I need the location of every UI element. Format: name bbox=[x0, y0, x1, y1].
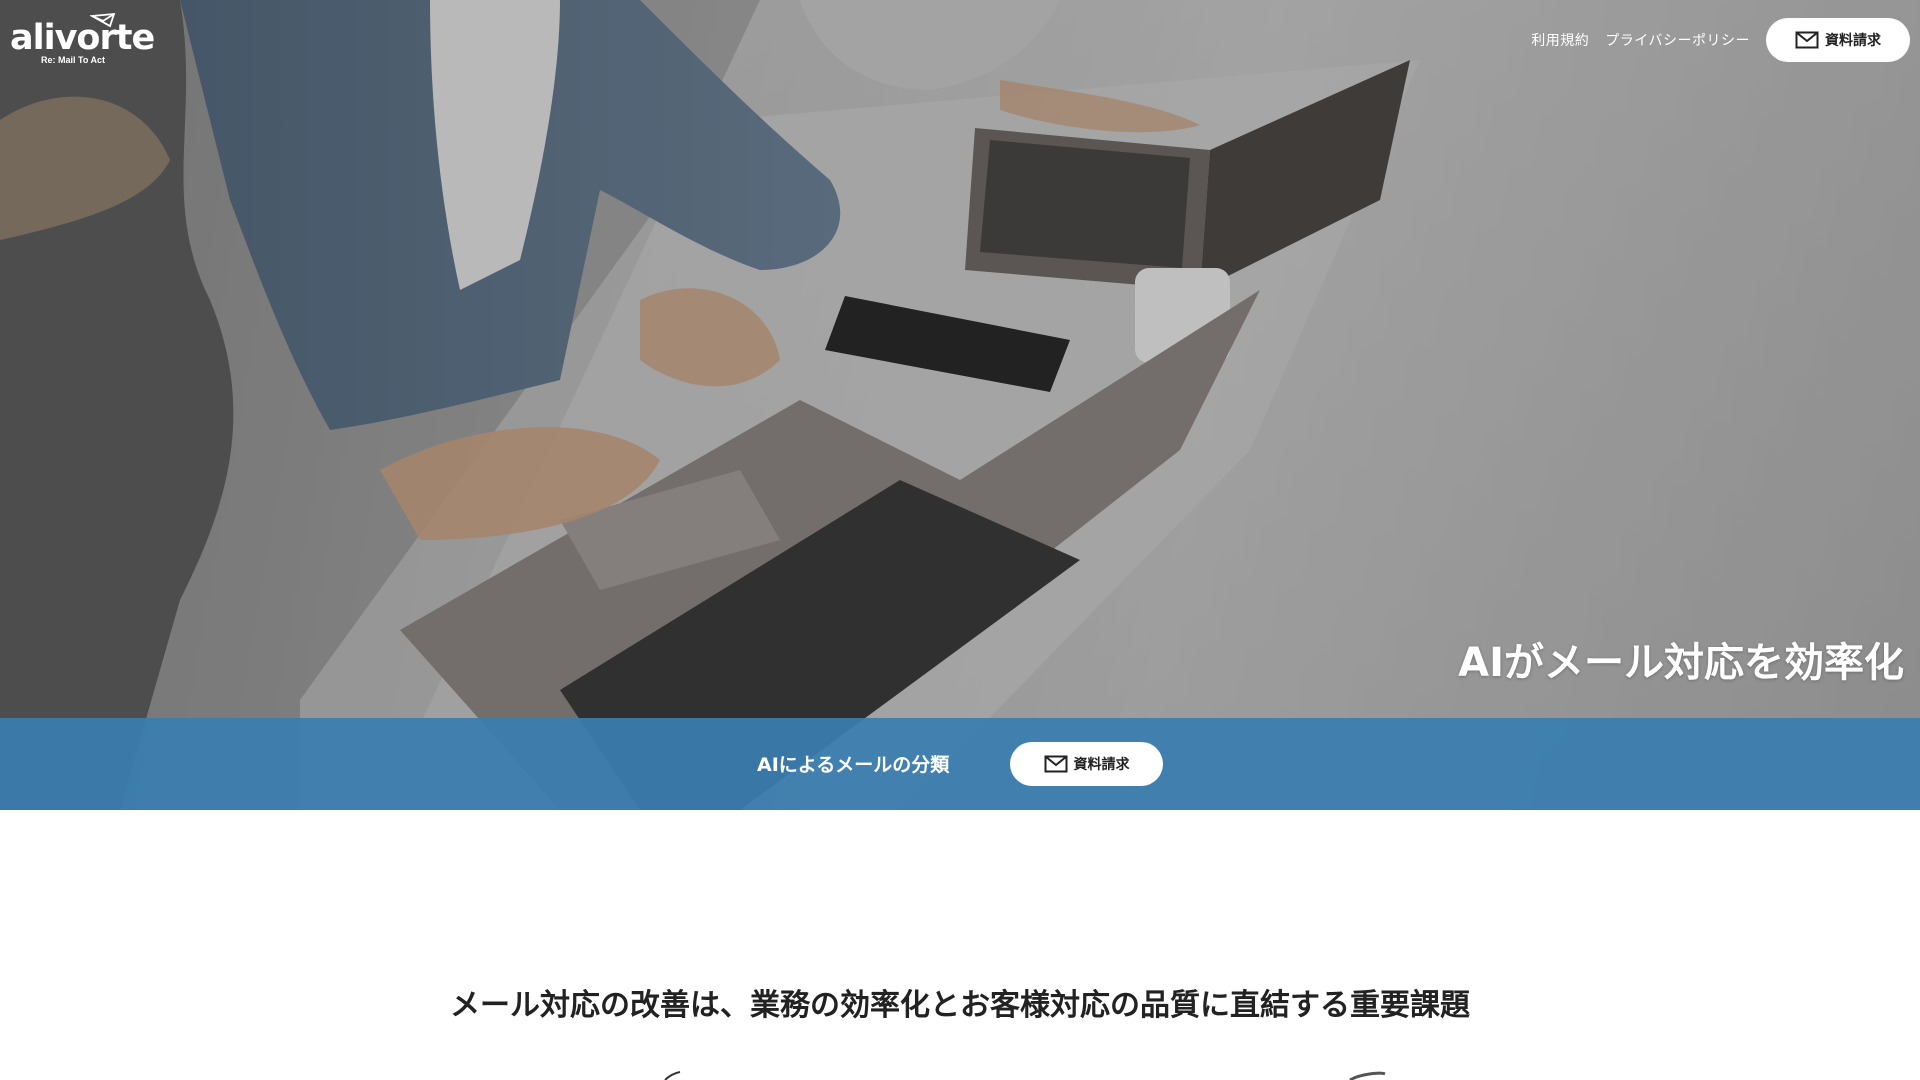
header-request-docs-label: 資料請求 bbox=[1825, 33, 1881, 49]
mail-icon bbox=[1044, 755, 1068, 773]
band-request-docs-button[interactable]: 資料請求 bbox=[1010, 742, 1163, 786]
logo-tagline: Re: Mail To Act bbox=[41, 55, 106, 65]
hero-photo bbox=[0, 0, 1920, 810]
band-request-docs-label: 資料請求 bbox=[1073, 757, 1130, 773]
nav-link-privacy[interactable]: プライバシーポリシー bbox=[1605, 30, 1750, 50]
hero-section: alivorte Re: Mail To Act 利用規約 プライバシーポリシー… bbox=[0, 0, 1920, 810]
header-request-docs-button[interactable]: 資料請求 bbox=[1766, 18, 1910, 62]
site-logo[interactable]: alivorte Re: Mail To Act bbox=[10, 12, 155, 70]
nav-link-terms[interactable]: 利用規約 bbox=[1531, 30, 1589, 50]
band-label: AIによるメールの分類 bbox=[757, 754, 950, 776]
logo-wordmark: alivorte bbox=[10, 18, 155, 58]
section-heading: メール対応の改善は、業務の効率化とお客様対応の品質に直結する重要課題 bbox=[450, 987, 1470, 1023]
feature-band: AIによるメールの分類 資料請求 bbox=[0, 718, 1920, 810]
envelope-logo-mark-icon bbox=[89, 12, 116, 34]
top-navigation: 利用規約 プライバシーポリシー 資料請求 bbox=[1531, 18, 1910, 62]
decorative-shapes bbox=[664, 1071, 1386, 1080]
mail-icon bbox=[1795, 31, 1819, 49]
hero-headline: AIがメール対応を効率化 bbox=[1458, 639, 1904, 686]
